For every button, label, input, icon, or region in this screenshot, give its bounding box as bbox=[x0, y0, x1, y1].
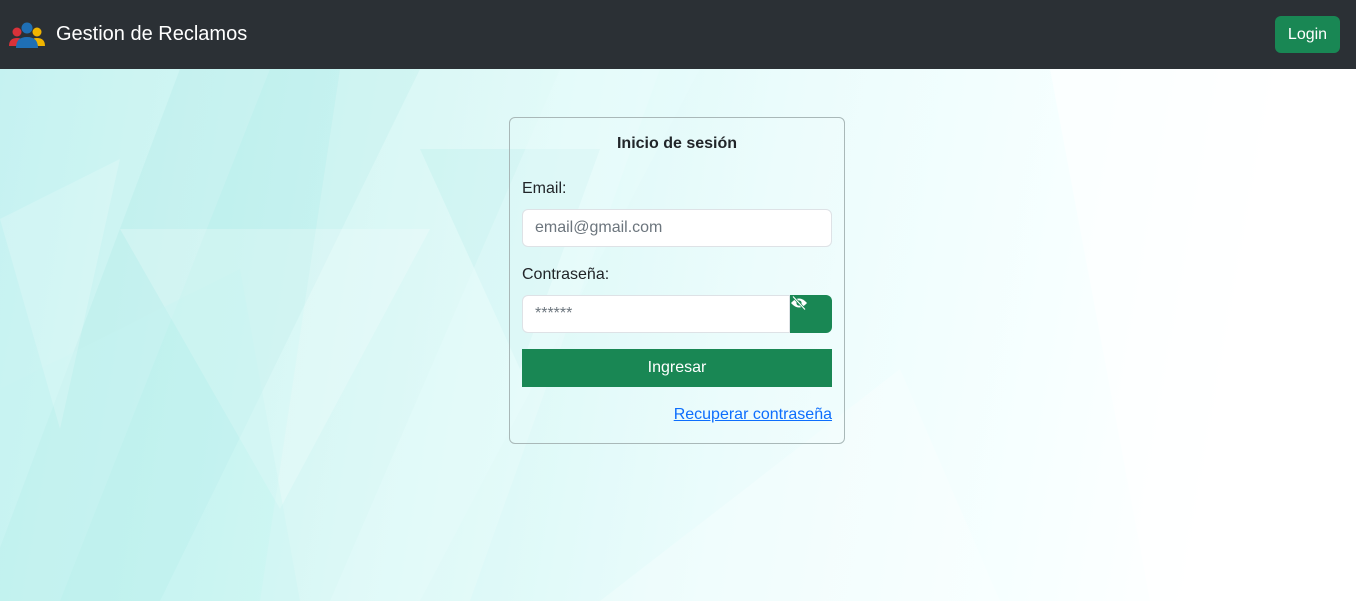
brand-title: Gestion de Reclamos bbox=[56, 23, 248, 45]
eye-slash-icon bbox=[791, 295, 807, 311]
login-page-background: Inicio de sesión Email: Contraseña: Ingr… bbox=[0, 69, 1356, 601]
top-navbar: Gestion de Reclamos Login bbox=[0, 0, 1356, 69]
login-button[interactable]: Login bbox=[1275, 16, 1340, 53]
password-label: Contraseña: bbox=[522, 266, 610, 283]
recover-password-link[interactable]: Recuperar contraseña bbox=[674, 406, 832, 424]
toggle-password-button[interactable] bbox=[790, 295, 832, 333]
brand[interactable]: Gestion de Reclamos bbox=[8, 18, 247, 50]
email-label: Email: bbox=[522, 180, 567, 197]
people-group-icon bbox=[9, 22, 45, 48]
submit-button[interactable]: Ingresar bbox=[522, 349, 832, 387]
card-title: Inicio de sesión bbox=[616, 135, 738, 152]
password-field[interactable] bbox=[522, 295, 790, 333]
email-field[interactable] bbox=[522, 209, 832, 247]
login-card: Inicio de sesión Email: Contraseña: Ingr… bbox=[509, 117, 845, 444]
